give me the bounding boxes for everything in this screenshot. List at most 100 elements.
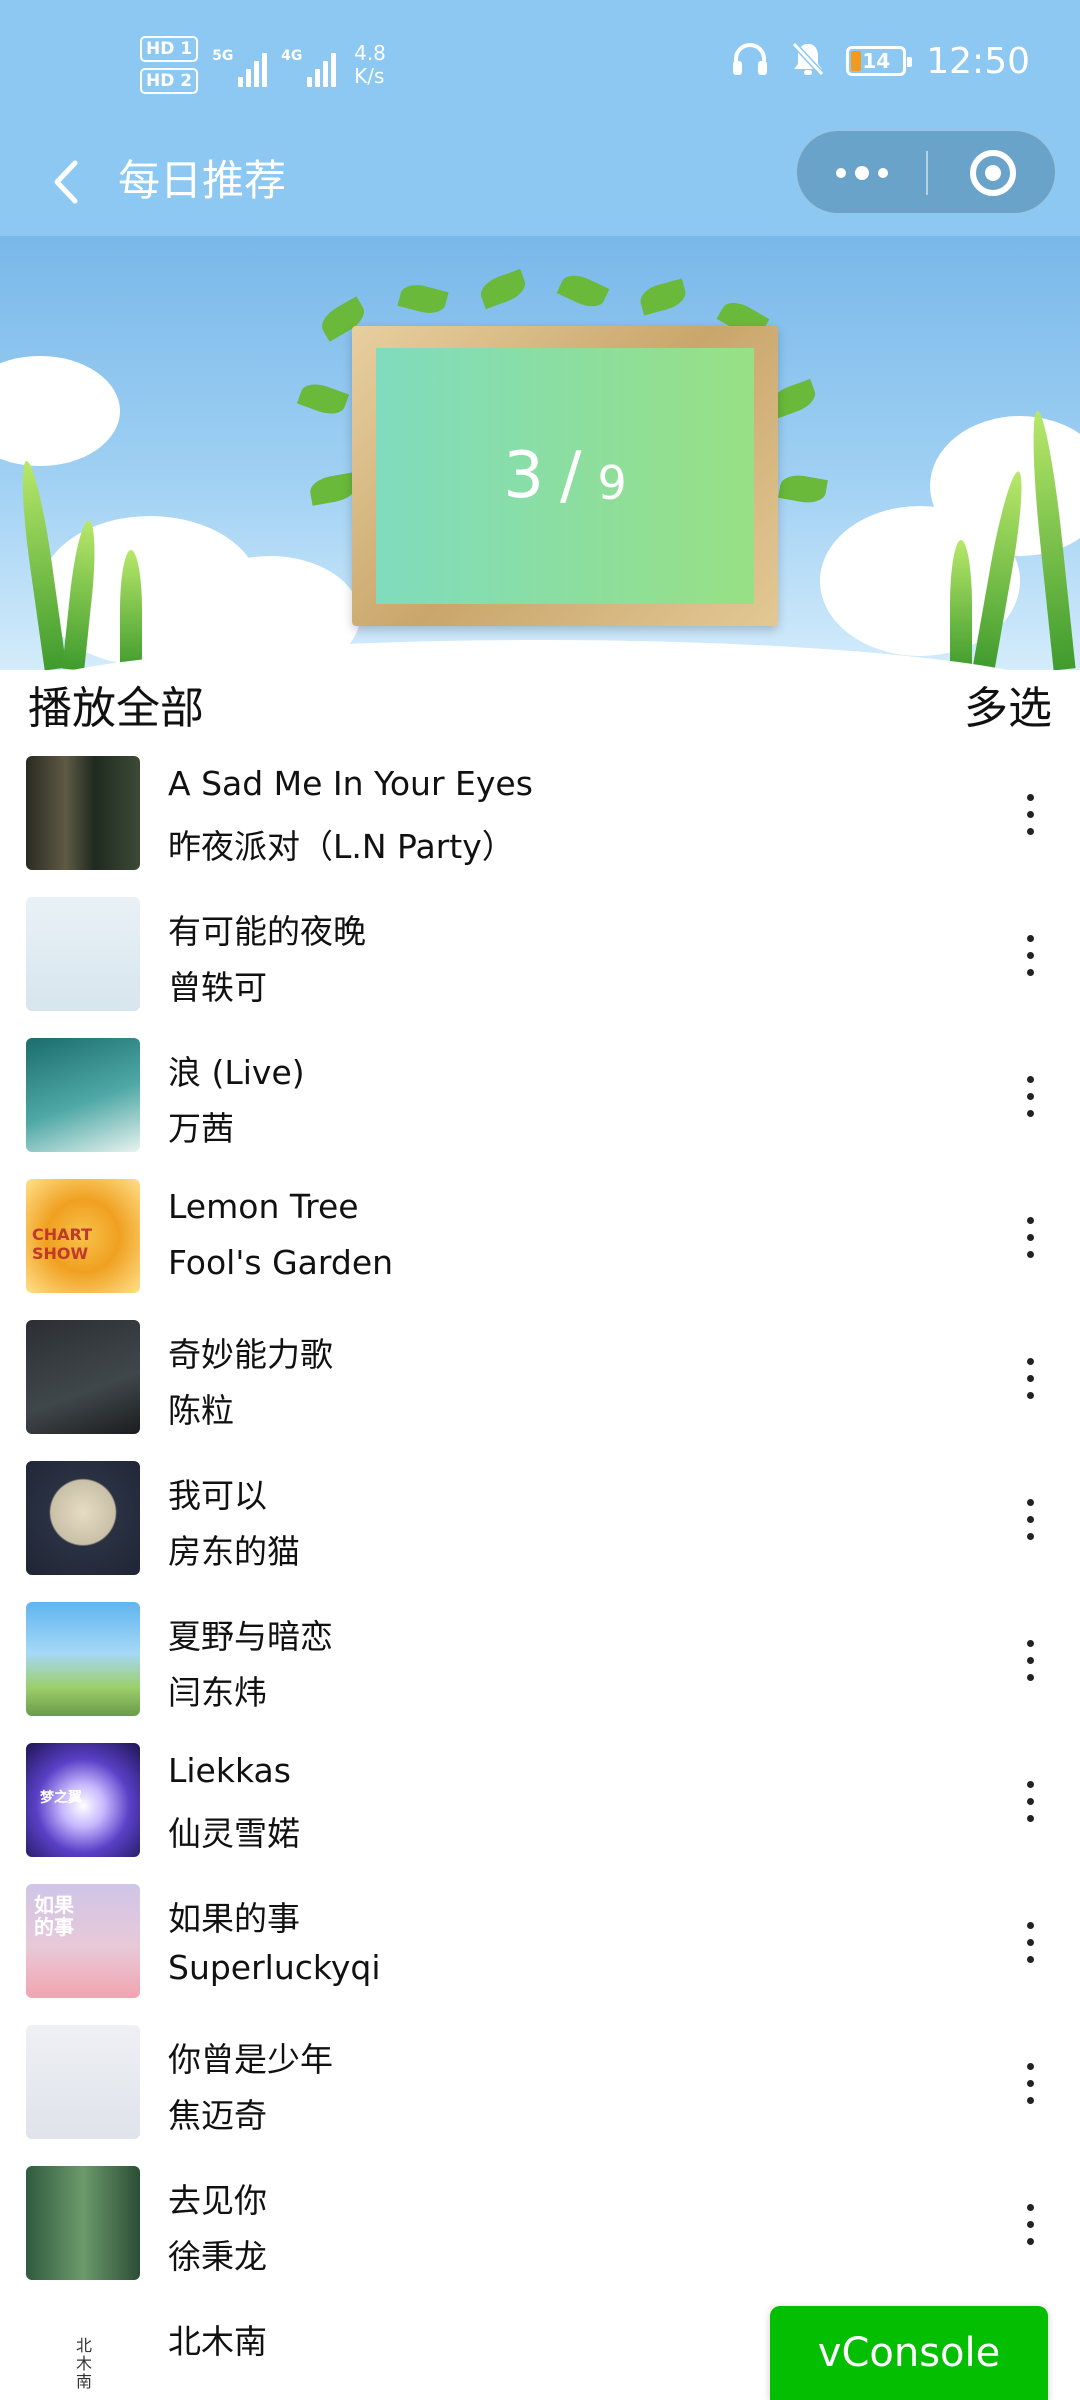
album-cover xyxy=(26,1602,140,1716)
album-cover xyxy=(26,897,140,1011)
leaf-decoration xyxy=(296,378,350,420)
song-title: A Sad Me In Your Eyes xyxy=(168,764,533,803)
leaf-decoration xyxy=(476,268,530,310)
song-artist: Fool's Garden xyxy=(168,1243,394,1282)
more-options-icon[interactable] xyxy=(1010,1066,1050,1126)
song-row[interactable]: 你曾是少年 焦迈奇 xyxy=(0,2023,1080,2164)
headphones-icon xyxy=(730,41,770,81)
banner: 3 / 9 xyxy=(0,236,1080,670)
album-cover xyxy=(26,2166,140,2280)
album-cover: 如果的事 xyxy=(26,1884,140,1998)
song-title: 浪 (Live) xyxy=(168,1053,305,1092)
album-cover xyxy=(26,1461,140,1575)
page-indicator-frame: 3 / 9 xyxy=(352,326,778,626)
song-artist: 徐秉龙 xyxy=(168,2237,267,2276)
status-left: HD 1 HD 2 5G 4G 4.8 K/s xyxy=(140,36,386,94)
leaf-decoration xyxy=(556,269,610,313)
nav-bar: 每日推荐 xyxy=(0,130,1080,236)
song-artist: 昨夜派对（L.N Party） xyxy=(168,827,515,866)
close-miniprogram-button[interactable] xyxy=(928,131,1057,215)
net-speed-unit: K/s xyxy=(354,64,385,88)
song-title: 我可以 xyxy=(168,1476,267,1515)
song-row[interactable]: 去见你 徐秉龙 xyxy=(0,2164,1080,2305)
song-artist: Superluckyqi xyxy=(168,1948,381,1987)
battery-icon: 14 xyxy=(846,46,913,76)
song-row[interactable]: 浪 (Live) 万茜 xyxy=(0,1036,1080,1177)
signal-4g-tag: 4G xyxy=(281,48,303,64)
song-title: Liekkas xyxy=(168,1751,291,1790)
leaf-decoration xyxy=(308,472,358,506)
song-row[interactable]: 有可能的夜晚 曾轶可 xyxy=(0,895,1080,1036)
battery-level: 14 xyxy=(862,49,891,73)
album-cover xyxy=(26,756,140,870)
song-row[interactable]: CHART SHOW Lemon Tree Fool's Garden xyxy=(0,1177,1080,1318)
page-indicator: 3 / 9 xyxy=(376,348,754,604)
grass-decoration xyxy=(950,540,972,670)
song-artist: 仙灵雪婼 xyxy=(168,1814,300,1853)
album-cover: CHART SHOW xyxy=(26,1179,140,1293)
more-options-icon[interactable] xyxy=(1010,1630,1050,1690)
status-right: 14 12:50 xyxy=(730,40,1030,82)
signal-4g-icon: 4G xyxy=(281,43,337,87)
page-title: 每日推荐 xyxy=(118,156,287,205)
signal-5g-tag: 5G xyxy=(212,48,234,64)
list-header: 播放全部 多选 xyxy=(0,660,1080,760)
more-options-icon[interactable] xyxy=(1010,1912,1050,1972)
net-speed: 4.8 K/s xyxy=(354,42,386,88)
hd-badge-1: HD 1 xyxy=(140,36,199,62)
song-title: 有可能的夜晚 xyxy=(168,912,366,951)
cover-text: 如果的事 xyxy=(34,1893,74,1939)
song-title: 夏野与暗恋 xyxy=(168,1617,333,1656)
bell-off-icon xyxy=(790,40,826,82)
song-artist: 闫东炜 xyxy=(168,1673,267,1712)
more-dots-icon[interactable] xyxy=(797,131,926,215)
album-cover: 北木南 xyxy=(26,2307,140,2400)
hd-badges: HD 1 HD 2 xyxy=(140,36,199,94)
back-button[interactable] xyxy=(36,152,96,212)
song-title: 你曾是少年 xyxy=(168,2040,333,2079)
song-list: A Sad Me In Your Eyes 昨夜派对（L.N Party） 有可… xyxy=(0,754,1080,2400)
album-cover xyxy=(26,1038,140,1152)
song-artist: 焦迈奇 xyxy=(168,2096,267,2135)
song-title: 北木南 xyxy=(168,2322,267,2361)
leaf-decoration xyxy=(397,280,449,318)
signal-5g-icon: 5G xyxy=(212,43,268,87)
play-all-button[interactable]: 播放全部 xyxy=(28,672,204,736)
album-cover xyxy=(26,2025,140,2139)
page-total: 9 xyxy=(597,456,627,510)
more-options-icon[interactable] xyxy=(1010,925,1050,985)
more-options-icon[interactable] xyxy=(1010,2053,1050,2113)
status-bar: HD 1 HD 2 5G 4G 4.8 K/s 14 12:50 xyxy=(0,0,1080,130)
chevron-left-icon xyxy=(54,160,78,204)
song-row[interactable]: 我可以 房东的猫 xyxy=(0,1459,1080,1600)
page-separator: / xyxy=(559,439,582,513)
clock: 12:50 xyxy=(926,40,1030,82)
vconsole-button[interactable]: vConsole xyxy=(770,2306,1048,2400)
song-row[interactable]: 梦之翼 Liekkas 仙灵雪婼 xyxy=(0,1741,1080,1882)
song-artist: 房东的猫 xyxy=(168,1532,300,1571)
song-title: 奇妙能力歌 xyxy=(168,1335,333,1374)
more-options-icon[interactable] xyxy=(1010,1489,1050,1549)
more-options-icon[interactable] xyxy=(1010,1771,1050,1831)
cover-text: 梦之翼 xyxy=(40,1790,82,1806)
hd-badge-2: HD 2 xyxy=(140,68,199,94)
more-options-icon[interactable] xyxy=(1010,784,1050,844)
page-current: 3 xyxy=(503,439,544,513)
song-title: 如果的事 xyxy=(168,1899,300,1938)
grass-decoration xyxy=(120,550,142,670)
song-title: Lemon Tree xyxy=(168,1187,359,1226)
song-title: 去见你 xyxy=(168,2181,267,2220)
cover-text: CHART SHOW xyxy=(32,1225,93,1263)
song-row[interactable]: 奇妙能力歌 陈粒 xyxy=(0,1318,1080,1459)
more-options-icon[interactable] xyxy=(1010,1348,1050,1408)
more-options-icon[interactable] xyxy=(1010,1207,1050,1267)
leaf-decoration xyxy=(778,472,828,506)
song-row[interactable]: A Sad Me In Your Eyes 昨夜派对（L.N Party） xyxy=(0,754,1080,895)
song-row[interactable]: 夏野与暗恋 闫东炜 xyxy=(0,1600,1080,1741)
song-row[interactable]: 如果的事 如果的事 Superluckyqi xyxy=(0,1882,1080,2023)
multi-select-button[interactable]: 多选 xyxy=(964,672,1052,736)
song-artist: 陈粒 xyxy=(168,1391,234,1430)
more-options-icon[interactable] xyxy=(1010,2194,1050,2254)
net-speed-value: 4.8 xyxy=(354,41,386,65)
cloud-decoration xyxy=(0,356,120,466)
